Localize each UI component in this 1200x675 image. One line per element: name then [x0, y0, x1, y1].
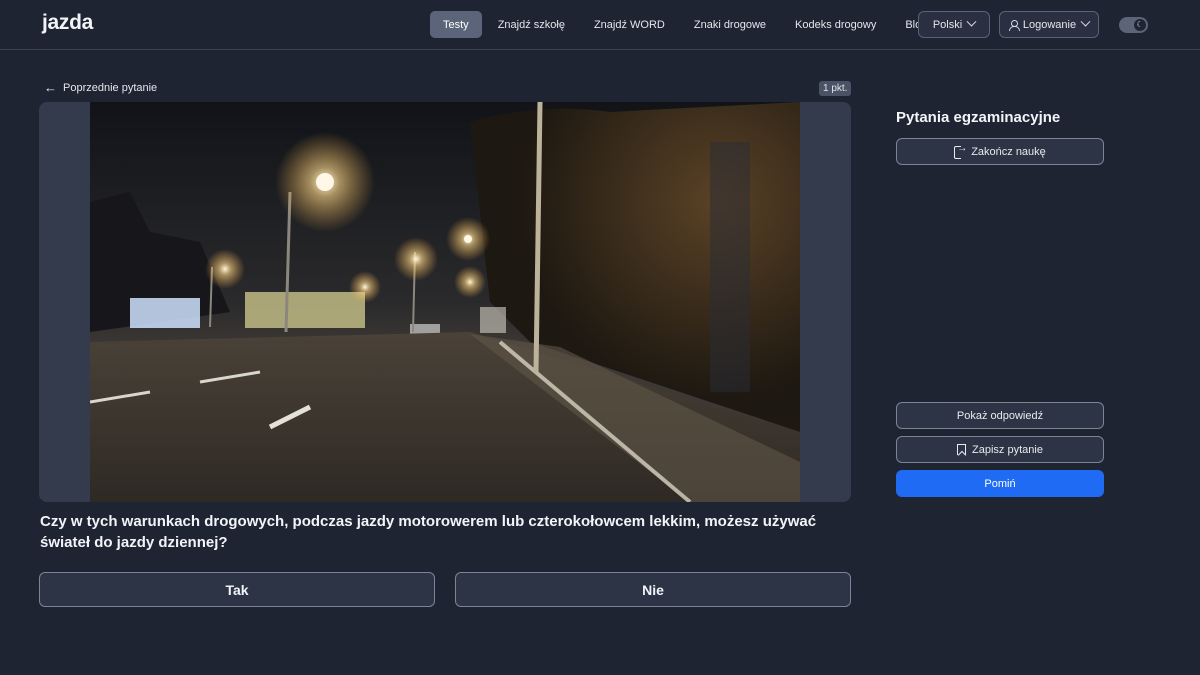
- moon-icon: ☾: [1134, 19, 1146, 31]
- points-badge: 1 pkt.: [819, 81, 852, 96]
- save-question-label: Zapisz pytanie: [972, 443, 1043, 456]
- chevron-down-icon: [1080, 16, 1091, 27]
- logo[interactable]: jazda: [42, 11, 93, 35]
- finish-learning-button[interactable]: Zakończ naukę: [896, 138, 1104, 165]
- show-answer-button[interactable]: Pokaż odpowiedź: [896, 402, 1104, 429]
- finish-learning-label: Zakończ naukę: [971, 145, 1046, 158]
- exit-icon: [954, 143, 967, 159]
- answer-no-button[interactable]: Nie: [455, 572, 851, 607]
- top-navbar: jazda Testy Znajdź szkołę Znajdź WORD Zn…: [0, 0, 1200, 50]
- skip-button[interactable]: Pomiń: [896, 470, 1104, 497]
- login-dropdown[interactable]: Logowanie: [999, 11, 1099, 38]
- theme-toggle[interactable]: ☾: [1119, 17, 1148, 33]
- night-road-photo: [90, 102, 800, 502]
- bookmark-icon: [957, 444, 967, 455]
- main-nav: Testy Znajdź szkołę Znajdź WORD Znaki dr…: [430, 11, 943, 38]
- chevron-down-icon: [966, 16, 977, 27]
- question-media: [39, 102, 851, 502]
- language-select[interactable]: Polski: [918, 11, 990, 38]
- nav-item-testy[interactable]: Testy: [430, 11, 482, 38]
- previous-question-label: Poprzednie pytanie: [63, 81, 158, 94]
- question-text: Czy w tych warunkach drogowych, podczas …: [40, 513, 817, 551]
- nav-item-road-code[interactable]: Kodeks drogowy: [782, 11, 889, 38]
- user-icon: [1008, 19, 1020, 31]
- previous-question-link[interactable]: ← Poprzednie pytanie: [44, 81, 157, 94]
- language-label: Polski: [932, 18, 963, 31]
- answer-yes-button[interactable]: Tak: [39, 572, 435, 607]
- side-panel-title: Pytania egzaminacyjne: [896, 109, 1061, 126]
- logo-text: jazda: [42, 11, 94, 34]
- login-label: Logowanie: [1022, 18, 1077, 31]
- arrow-left-icon: ←: [44, 80, 57, 95]
- nav-item-find-school[interactable]: Znajdź szkołę: [485, 11, 578, 38]
- nav-item-road-signs[interactable]: Znaki drogowe: [681, 11, 779, 38]
- save-question-button[interactable]: Zapisz pytanie: [896, 436, 1104, 463]
- nav-item-find-word[interactable]: Znajdź WORD: [581, 11, 678, 38]
